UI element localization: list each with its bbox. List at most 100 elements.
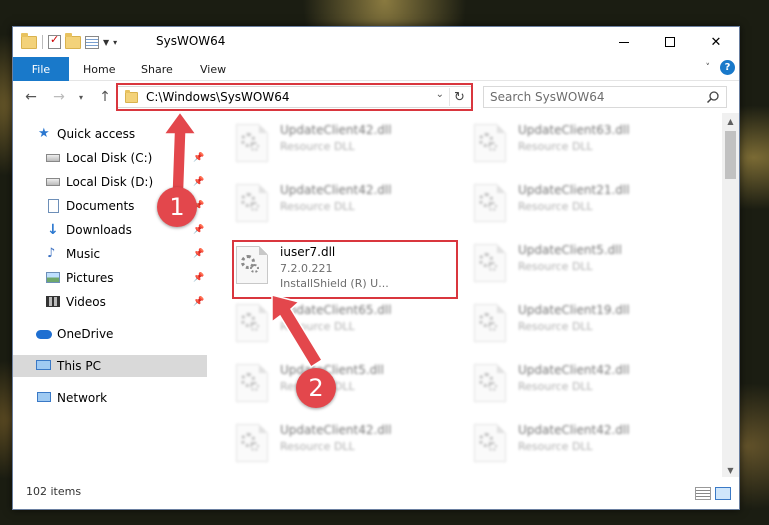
sidebar-item-label: Local Disk (C:): [66, 151, 153, 165]
file-type: Resource DLL: [518, 140, 593, 153]
sidebar-item-label: Pictures: [66, 271, 114, 285]
minimize-icon: [619, 41, 629, 43]
window-title: SysWOW64: [156, 34, 226, 48]
file-name: UpdateClient42.dll: [280, 423, 392, 437]
file-name: UpdateClient19.dll: [518, 303, 630, 317]
list-item[interactable]: UpdateClient42.dll Resource DLL: [232, 418, 452, 468]
tab-share[interactable]: Share: [141, 57, 173, 81]
gear-icon: [488, 262, 497, 271]
forward-button[interactable]: →: [49, 87, 69, 107]
file-name: UpdateClient5.dll: [280, 363, 384, 377]
pin-icon[interactable]: 📌: [193, 273, 204, 283]
pictures-icon: [46, 272, 60, 283]
file-type: Resource DLL: [518, 440, 593, 453]
list-item[interactable]: UpdateClient42.dll Resource DLL: [232, 178, 452, 228]
file-type: Resource DLL: [518, 260, 593, 273]
list-item[interactable]: UpdateClient42.dll Resource DLL: [232, 118, 452, 168]
sidebar-item-label: Network: [57, 391, 108, 405]
maximize-button[interactable]: [647, 27, 693, 57]
list-item[interactable]: UpdateClient65.dll Resource DLL: [232, 298, 452, 348]
gear-icon: [488, 382, 497, 391]
sidebar-item-network[interactable]: Network: [13, 387, 207, 409]
vertical-scrollbar[interactable]: ▲ ▼: [722, 113, 739, 479]
star-icon: ★: [38, 126, 50, 141]
videos-icon: [46, 296, 60, 307]
sidebar-item-label: This PC: [57, 359, 101, 373]
search-icon[interactable]: [706, 90, 720, 104]
arrow-left-icon: ←: [25, 89, 37, 105]
list-item[interactable]: UpdateClient5.dll Resource DLL: [470, 238, 690, 288]
chevron-down-icon[interactable]: ▼: [103, 38, 109, 47]
list-item[interactable]: UpdateClient21.dll Resource DLL: [470, 178, 690, 228]
list-item[interactable]: UpdateClient42.dll Resource DLL: [470, 418, 690, 468]
status-bar: 102 items: [13, 477, 739, 509]
large-icons-view-icon[interactable]: [715, 487, 731, 500]
sidebar-item-label: Documents: [66, 199, 135, 213]
pin-icon[interactable]: 📌: [193, 249, 204, 259]
scrollbar-thumb[interactable]: [725, 131, 736, 179]
close-icon: ✕: [710, 34, 722, 50]
up-button[interactable]: ↑: [95, 87, 115, 107]
file-name: UpdateClient42.dll: [518, 363, 630, 377]
gear-icon: [488, 442, 497, 451]
back-button[interactable]: ←: [21, 87, 41, 107]
sidebar-item-label: Videos: [66, 295, 106, 309]
details-view-icon[interactable]: [695, 487, 711, 500]
scroll-up-icon[interactable]: ▲: [722, 113, 739, 130]
help-icon[interactable]: ?: [720, 60, 735, 75]
folder-icon[interactable]: [21, 32, 37, 49]
file-type: Resource DLL: [518, 380, 593, 393]
sidebar-item-label: Music: [66, 247, 101, 261]
sidebar-item-label: Local Disk (D:): [66, 175, 154, 189]
customize-toolbar-icon[interactable]: ▾: [113, 38, 117, 47]
sidebar-item-pictures[interactable]: Pictures 📌: [13, 267, 207, 289]
file-name: UpdateClient21.dll: [518, 183, 630, 197]
network-icon: [37, 392, 51, 402]
gear-icon: [250, 142, 259, 151]
chevron-down-icon: ▾: [78, 92, 83, 102]
minimize-button[interactable]: [601, 27, 647, 57]
ribbon-tabs: File Home Share View ˅ ?: [13, 57, 739, 81]
title-bar: ▼ ▾ SysWOW64 ✕: [13, 27, 739, 57]
pin-icon[interactable]: 📌: [193, 297, 204, 307]
step-marker-2: 2: [296, 368, 336, 408]
gear-icon: [250, 202, 259, 211]
list-item[interactable]: UpdateClient19.dll Resource DLL: [470, 298, 690, 348]
drive-icon: [46, 154, 60, 162]
tab-file[interactable]: File: [13, 57, 69, 81]
search-input[interactable]: [490, 89, 700, 105]
gear-icon: [488, 142, 497, 151]
sidebar-item-label: Downloads: [66, 223, 132, 237]
file-name: UpdateClient5.dll: [518, 243, 622, 257]
gear-icon: [250, 442, 259, 451]
sidebar-item-music[interactable]: ♪ Music 📌: [13, 243, 207, 265]
recent-locations-button[interactable]: ▾: [75, 87, 87, 107]
file-type: Resource DLL: [280, 320, 355, 333]
list-item[interactable]: UpdateClient5.dll Resource DLL: [232, 358, 452, 408]
gear-icon: [250, 322, 259, 331]
pin-icon[interactable]: 📌: [193, 177, 204, 187]
file-type: Resource DLL: [280, 200, 355, 213]
arrow-up-icon: ↑: [99, 89, 111, 105]
address-highlight-box: [116, 83, 473, 111]
tab-home[interactable]: Home: [83, 57, 115, 81]
navigation-pane: ★ Quick access Local Disk (C:) 📌 Local D…: [13, 113, 207, 479]
close-button[interactable]: ✕: [693, 27, 739, 57]
sidebar-item-quick-access[interactable]: ★ Quick access: [13, 123, 207, 145]
sidebar-item-onedrive[interactable]: OneDrive: [13, 323, 207, 345]
sidebar-item-this-pc[interactable]: This PC: [13, 355, 207, 377]
downloads-icon: ↓: [47, 222, 59, 238]
file-type: Resource DLL: [518, 200, 593, 213]
search-box[interactable]: [483, 86, 727, 108]
new-folder-icon[interactable]: [65, 32, 81, 49]
tab-view[interactable]: View: [200, 57, 226, 81]
sidebar-item-local-disk-c[interactable]: Local Disk (C:) 📌: [13, 147, 207, 169]
pin-icon[interactable]: 📌: [193, 153, 204, 163]
expand-ribbon-icon[interactable]: ˅: [706, 63, 711, 73]
list-item[interactable]: UpdateClient63.dll Resource DLL: [470, 118, 690, 168]
pin-icon[interactable]: 📌: [193, 225, 204, 235]
properties-list-icon[interactable]: [85, 35, 99, 49]
sidebar-item-videos[interactable]: Videos 📌: [13, 291, 207, 313]
properties-check-icon[interactable]: [48, 33, 61, 49]
list-item[interactable]: UpdateClient42.dll Resource DLL: [470, 358, 690, 408]
